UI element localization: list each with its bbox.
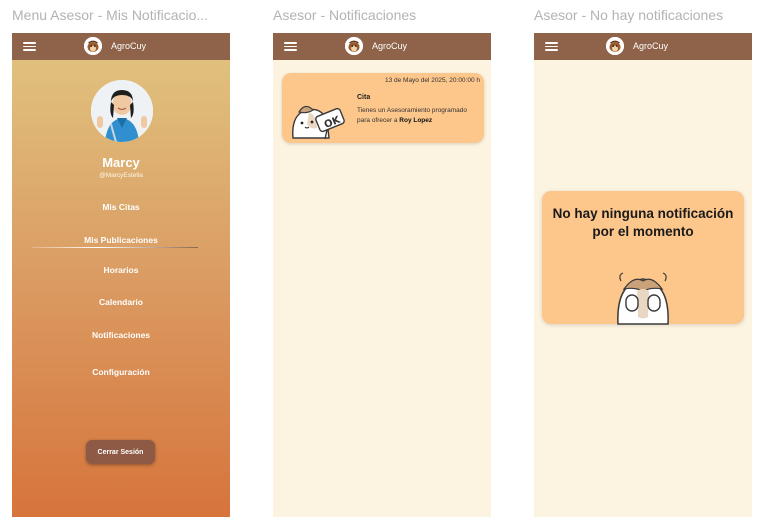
- guinea-pig-hiding-icon: [617, 272, 669, 325]
- guinea-pig-ok-sign-icon: OK: [292, 105, 345, 140]
- hamburger-icon[interactable]: [23, 42, 36, 51]
- notification-title: Cita: [357, 94, 371, 101]
- menu-item-mis-citas[interactable]: Mis Citas: [12, 202, 230, 212]
- frame-title-empty: Asesor - No hay notificaciones: [534, 7, 724, 23]
- active-item-underline: [32, 247, 198, 249]
- hamburger-icon[interactable]: [284, 42, 297, 51]
- logout-button[interactable]: Cerrar Sesión: [86, 440, 155, 464]
- profile-name: Marcy: [102, 155, 140, 170]
- menu-item-configuracion[interactable]: Configuración: [12, 367, 230, 377]
- frame-title-menu: Menu Asesor - Mis Notificacio...: [12, 7, 209, 23]
- empty-state-card: No hay ninguna notificación por el momen…: [542, 191, 744, 325]
- notification-person: Roy Lopez: [399, 117, 433, 124]
- app-bar: AgroCuy: [273, 33, 491, 60]
- notification-date: 13 de Mayo del 2025, 20:00:00 h: [384, 77, 480, 84]
- avatar: [91, 80, 153, 142]
- empty-state-message: No hay ninguna notificación por el momen…: [552, 206, 734, 239]
- menu-screen: AgroCuy Marcy @MarcyEstella Mis Citas Mi…: [12, 33, 230, 517]
- guinea-pig-logo-icon: [606, 37, 624, 55]
- guinea-pig-logo-icon: [84, 37, 102, 55]
- menu-item-notificaciones[interactable]: Notificaciones: [12, 330, 230, 340]
- hamburger-icon[interactable]: [545, 42, 558, 51]
- menu-item-calendario[interactable]: Calendario: [12, 297, 230, 307]
- app-name: AgroCuy: [633, 41, 669, 51]
- empty-notifications-screen: AgroCuy No hay ninguna notificación por …: [534, 33, 752, 517]
- profile-handle: @MarcyEstella: [99, 172, 143, 179]
- frame-title-notifications: Asesor - Notificaciones: [273, 7, 417, 23]
- notifications-screen: AgroCuy 13 de Mayo del 2025, 20:00:00 h …: [273, 33, 491, 517]
- notification-body: Tienes un Asesoramiento programado para …: [357, 107, 467, 124]
- app-name: AgroCuy: [111, 41, 147, 51]
- app-bar: AgroCuy: [534, 33, 752, 60]
- guinea-pig-logo-icon: [345, 37, 363, 55]
- notification-card[interactable]: 13 de Mayo del 2025, 20:00:00 h OK Cita …: [282, 73, 484, 143]
- app-name: AgroCuy: [372, 41, 408, 51]
- menu-item-horarios[interactable]: Horarios: [12, 265, 230, 275]
- menu-item-mis-publicaciones[interactable]: Mis Publicaciones: [12, 235, 230, 245]
- app-bar: AgroCuy: [12, 33, 230, 60]
